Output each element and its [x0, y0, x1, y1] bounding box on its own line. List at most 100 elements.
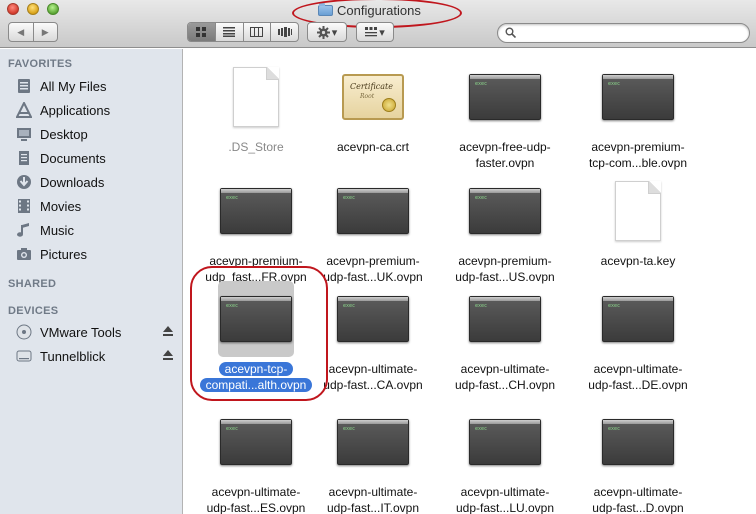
file-name-label: acevpn-ultimate-udp-fast...D.ovpn: [572, 484, 704, 514]
exec-file-icon: exec: [469, 296, 541, 342]
file-name-label: acevpn-ultimate-udp-fast...ES.ovpn: [190, 484, 322, 514]
file-item[interactable]: exec acevpn-ultimate-udp-fast...LU.ovpn: [437, 404, 573, 514]
music-icon: [14, 221, 34, 239]
file-thumbnail: exec: [335, 404, 411, 480]
file-name-line-2: udp-fast...LU.ovpn: [455, 501, 555, 514]
file-name-label: acevpn-ultimate-udp-fast...LU.ovpn: [439, 484, 571, 514]
zoom-window-button[interactable]: [47, 3, 59, 15]
exec-file-icon: exec: [337, 419, 409, 465]
sidebar-item-label: Tunnelblick: [40, 348, 106, 364]
sidebar-item-label: Music: [40, 222, 74, 238]
exec-file-icon: exec: [602, 296, 674, 342]
chevron-down-icon: ▾: [331, 26, 338, 39]
file-item[interactable]: exec acevpn-ultimate-udp-fast...IT.ovpn: [305, 404, 441, 514]
file-thumbnail: exec: [335, 281, 411, 357]
file-thumbnail: exec: [467, 59, 543, 135]
sidebar-item-label: Documents: [40, 150, 106, 166]
file-name-line-1: acevpn-premium-: [458, 254, 552, 268]
file-item[interactable]: Certificate Root acevpn-ca.crt: [305, 59, 441, 155]
sidebar-item-tunnelblick[interactable]: Tunnelblick: [14, 345, 179, 367]
exec-badge-text: exec: [475, 81, 488, 87]
exec-file-icon: exec: [602, 74, 674, 120]
close-window-button[interactable]: [7, 3, 19, 15]
sidebar-item-desktop[interactable]: Desktop: [14, 123, 179, 145]
exec-badge-text: exec: [226, 195, 239, 201]
file-item[interactable]: .DS_Store: [188, 59, 324, 155]
minimize-window-button[interactable]: [27, 3, 39, 15]
file-name-label: acevpn-premium-tcp-com...ble.ovpn: [572, 139, 704, 171]
column-view-button[interactable]: [242, 23, 271, 41]
file-name-line-1: acevpn-premium-: [326, 254, 420, 268]
devices-header: DEVICES: [8, 305, 59, 317]
file-name-line-1: acevpn-premium-: [591, 140, 685, 154]
file-thumbnail: [218, 59, 294, 135]
file-name-line-1: acevpn-ca.crt: [336, 140, 410, 154]
eject-icon[interactable]: [163, 350, 173, 361]
sidebar-item-pictures[interactable]: Pictures: [14, 243, 179, 265]
back-forward-buttons: ◀ ▶: [8, 22, 58, 42]
file-name-line-1: acevpn-ultimate-: [328, 485, 418, 499]
file-name-line-2: faster.ovpn: [475, 156, 535, 170]
file-name-line-1: acevpn-ultimate-: [460, 485, 550, 499]
file-name-line-2: udp-fast...ES.ovpn: [206, 501, 306, 514]
sidebar-item-all-my-files[interactable]: All My Files: [14, 75, 179, 97]
file-item[interactable]: exec acevpn-free-udp-faster.ovpn: [437, 59, 573, 171]
file-item[interactable]: exec acevpn-ultimate-udp-fast...D.ovpn: [570, 404, 706, 514]
file-item[interactable]: exec acevpn-premium-tcp-com...ble.ovpn: [570, 59, 706, 171]
file-thumbnail: exec: [600, 59, 676, 135]
cover-flow-button[interactable]: [270, 23, 298, 41]
arrange-icon: [365, 27, 378, 37]
exec-badge-text: exec: [608, 303, 621, 309]
exec-file-icon: exec: [220, 188, 292, 234]
file-thumbnail: Certificate Root: [335, 59, 411, 135]
exec-badge-text: exec: [343, 303, 356, 309]
back-button[interactable]: ◀: [9, 23, 33, 41]
eject-icon[interactable]: [163, 326, 173, 337]
file-name-line-1: acevpn-ultimate-: [593, 362, 683, 376]
file-name-line-1: acevpn-free-udp-: [459, 140, 551, 154]
file-name-line-1: .DS_Store: [228, 140, 284, 154]
file-name-label: acevpn-free-udp-faster.ovpn: [439, 139, 571, 171]
exec-badge-text: exec: [608, 81, 621, 87]
file-name-line-1: acevpn-ultimate-: [328, 362, 418, 376]
icon-view-button[interactable]: [188, 23, 215, 41]
file-name-line-2: udp-fast...D.ovpn: [592, 501, 684, 514]
desktop-icon: [14, 125, 34, 143]
file-item[interactable]: acevpn-ta.key: [570, 173, 706, 269]
sidebar-item-music[interactable]: Music: [14, 219, 179, 241]
file-name-label: acevpn-ta.key: [572, 253, 704, 269]
file-item[interactable]: exec acevpn-ultimate-udp-fast...ES.ovpn: [188, 404, 324, 514]
sidebar-item-label: Applications: [40, 102, 111, 118]
file-name-line-1: acevpn-ta.key: [600, 254, 676, 268]
forward-button[interactable]: ▶: [32, 23, 58, 41]
arrange-menu-button[interactable]: ▾: [356, 22, 394, 42]
sidebar-item-vmware-tools[interactable]: VMware Tools: [14, 321, 179, 343]
sidebar-item-downloads[interactable]: Downloads: [14, 171, 179, 193]
sidebar-item-label: Pictures: [40, 246, 87, 262]
sidebar-item-documents[interactable]: Documents: [14, 147, 179, 169]
favorites-header: FAVORITES: [8, 58, 73, 70]
document-file-icon: [233, 67, 279, 127]
exec-file-icon: exec: [337, 188, 409, 234]
exec-file-icon: exec: [337, 296, 409, 342]
action-menu-button[interactable]: ▾: [307, 22, 347, 42]
list-view-button[interactable]: [214, 23, 243, 41]
chevron-down-icon: ▾: [379, 26, 385, 39]
view-mode-buttons: [187, 22, 299, 42]
downloads-icon: [14, 173, 34, 191]
certificate-icon: Certificate Root: [342, 74, 404, 120]
file-item[interactable]: exec acevpn-premium-udp-fast...UK.ovpn: [305, 173, 441, 285]
file-item[interactable]: exec acevpn-ultimate-udp-fast...CH.ovpn: [437, 281, 573, 393]
file-item[interactable]: exec acevpn-ultimate-udp-fast...DE.ovpn: [570, 281, 706, 393]
shared-header: SHARED: [8, 278, 57, 290]
sidebar-item-label: Downloads: [40, 174, 105, 190]
exec-badge-text: exec: [226, 426, 239, 432]
search-input[interactable]: [497, 23, 750, 43]
file-name-line-2: tcp-com...ble.ovpn: [588, 156, 688, 170]
selection-highlight-annotation: [190, 266, 328, 401]
file-name-line-1: acevpn-ultimate-: [211, 485, 301, 499]
file-item[interactable]: exec acevpn-premium-udp-fast...US.ovpn: [437, 173, 573, 285]
sidebar-item-movies[interactable]: Movies: [14, 195, 179, 217]
exec-file-icon: exec: [469, 74, 541, 120]
sidebar-item-applications[interactable]: Applications: [14, 99, 179, 121]
